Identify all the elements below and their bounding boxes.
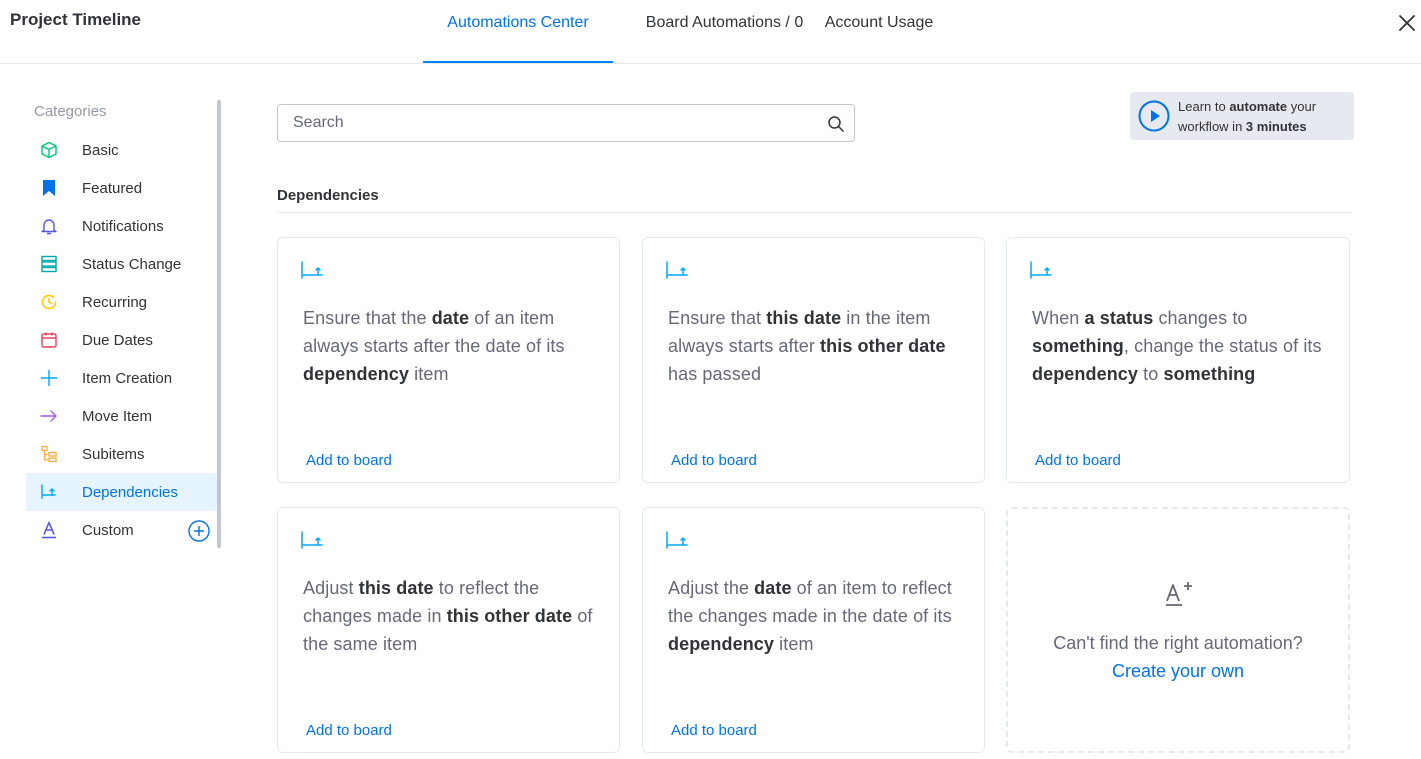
categories-sidebar: Categories Basic Featured Notifications … <box>26 100 218 548</box>
plus-icon <box>41 370 57 386</box>
automation-recipe-text: Ensure that the date of an item always s… <box>303 304 603 388</box>
recipe-text: item <box>409 364 449 384</box>
automation-card[interactable]: Ensure that this date in the item always… <box>642 237 985 483</box>
dependency-icon <box>41 484 56 499</box>
automation-recipe-text: Adjust this date to reflect the changes … <box>303 574 603 658</box>
category-label: Due Dates <box>82 331 153 349</box>
automation-tabs: Automations Center Board Automations / 0… <box>423 0 954 63</box>
category-label: Notifications <box>82 217 164 235</box>
dependency-icon <box>1030 261 1052 279</box>
add-to-board-link[interactable]: Add to board <box>306 722 392 739</box>
section-title: Dependencies <box>277 187 379 204</box>
category-label: Status Change <box>82 255 182 273</box>
recipe-field: this date <box>766 308 842 328</box>
add-to-board-link[interactable]: Add to board <box>306 452 392 469</box>
close-icon[interactable] <box>1396 12 1418 34</box>
search-input[interactable] <box>278 105 818 141</box>
category-label: Subitems <box>82 445 145 463</box>
automation-recipe-text: Adjust the date of an item to reflect th… <box>668 574 968 658</box>
dependency-icon <box>301 261 323 279</box>
category-featured[interactable]: Featured <box>26 169 218 207</box>
category-status-change[interactable]: Status Change <box>26 245 218 283</box>
recipe-text: changes to <box>1153 308 1248 328</box>
recipe-field: date <box>431 308 470 328</box>
search-box <box>277 104 855 142</box>
tab-account-usage[interactable]: Account Usage <box>804 0 954 63</box>
section-divider <box>277 212 1351 213</box>
recipe-text: When <box>1032 308 1085 328</box>
category-label: Featured <box>82 179 143 197</box>
category-due-dates[interactable]: Due Dates <box>26 321 218 359</box>
automation-card[interactable]: Adjust this date to reflect the changes … <box>277 507 620 753</box>
arrow-right-icon <box>40 410 57 422</box>
modal-header: Project Timeline Automations Center Boar… <box>0 0 1421 64</box>
bookmark-icon <box>43 180 55 196</box>
custom-font-icon <box>42 521 56 539</box>
recipe-text: Ensure that <box>668 308 767 328</box>
dependency-icon <box>301 531 323 549</box>
add-custom-category-button[interactable] <box>188 520 210 542</box>
recipe-text: Adjust <box>303 578 359 598</box>
tab-board-automations[interactable]: Board Automations / 0 <box>613 0 826 63</box>
category-label: Move Item <box>82 407 153 425</box>
category-move-item[interactable]: Move Item <box>26 397 218 435</box>
recipe-field: date <box>754 578 792 598</box>
dependency-icon <box>666 261 688 279</box>
learn-text: Learn to automate your workflow in 3 min… <box>1178 99 1317 134</box>
search-icon[interactable] <box>827 115 845 133</box>
category-label: Recurring <box>82 293 148 311</box>
category-basic[interactable]: Basic <box>26 131 218 169</box>
create-your-own-link[interactable]: Create your own <box>1008 661 1348 682</box>
add-to-board-link[interactable]: Add to board <box>671 452 757 469</box>
automation-recipe-text: Ensure that this date in the item always… <box>668 304 968 388</box>
tab-automations-center[interactable]: Automations Center <box>423 0 613 63</box>
category-label: Basic <box>82 141 119 159</box>
recipe-text: has passed <box>668 364 762 384</box>
recipe-text: Adjust the <box>668 578 755 598</box>
category-label: Custom <box>82 521 134 539</box>
add-to-board-link[interactable]: Add to board <box>671 722 757 739</box>
create-prompt: Can't find the right automation? <box>1053 633 1303 653</box>
automation-card[interactable]: Ensure that the date of an item always s… <box>277 237 620 483</box>
recipe-field: a status <box>1084 308 1154 328</box>
create-custom-automation-card[interactable]: Can't find the right automation? Create … <box>1006 507 1350 753</box>
sidebar-scrollbar[interactable] <box>217 100 221 548</box>
cube-icon <box>41 141 57 159</box>
category-subitems[interactable]: Subitems <box>26 435 218 473</box>
play-icon <box>1138 100 1170 132</box>
recipe-field: something <box>1032 336 1124 356</box>
recipe-field: dependency <box>668 634 775 654</box>
recipe-text: to <box>1138 364 1164 384</box>
clock-icon <box>41 294 57 310</box>
category-dependencies[interactable]: Dependencies <box>26 473 218 511</box>
recipe-field: dependency <box>1032 364 1139 384</box>
calendar-icon <box>41 332 57 348</box>
recipe-field: this other date <box>820 336 946 356</box>
custom-font-icon <box>1166 582 1192 606</box>
recipe-text: Ensure that the <box>303 308 432 328</box>
learn-video-banner[interactable]: Learn to automate your workflow in 3 min… <box>1130 92 1354 140</box>
bell-icon <box>41 219 57 235</box>
category-notifications[interactable]: Notifications <box>26 207 218 245</box>
category-label: Item Creation <box>82 369 173 387</box>
category-item-creation[interactable]: Item Creation <box>26 359 218 397</box>
board-title: Project Timeline <box>10 10 142 29</box>
recipe-field: this date <box>358 578 434 598</box>
recipe-field: dependency <box>303 364 410 384</box>
automation-card[interactable]: Adjust the date of an item to reflect th… <box>642 507 985 753</box>
subitems-icon <box>41 445 57 463</box>
recipe-field: something <box>1163 364 1256 384</box>
dependency-icon <box>666 531 688 549</box>
categories-heading: Categories <box>34 103 107 120</box>
category-recurring[interactable]: Recurring <box>26 283 218 321</box>
category-list: Basic Featured Notifications Status Chan… <box>26 131 218 549</box>
status-list-icon <box>41 255 57 273</box>
automation-card[interactable]: When a status changes to something, chan… <box>1006 237 1350 483</box>
category-label: Dependencies <box>82 483 178 501</box>
automation-recipe-text: When a status changes to something, chan… <box>1032 304 1332 388</box>
add-to-board-link[interactable]: Add to board <box>1035 452 1121 469</box>
recipe-field: this other date <box>446 606 573 626</box>
recipe-text: item <box>774 634 814 654</box>
recipe-text: , change the status of its <box>1123 336 1322 356</box>
